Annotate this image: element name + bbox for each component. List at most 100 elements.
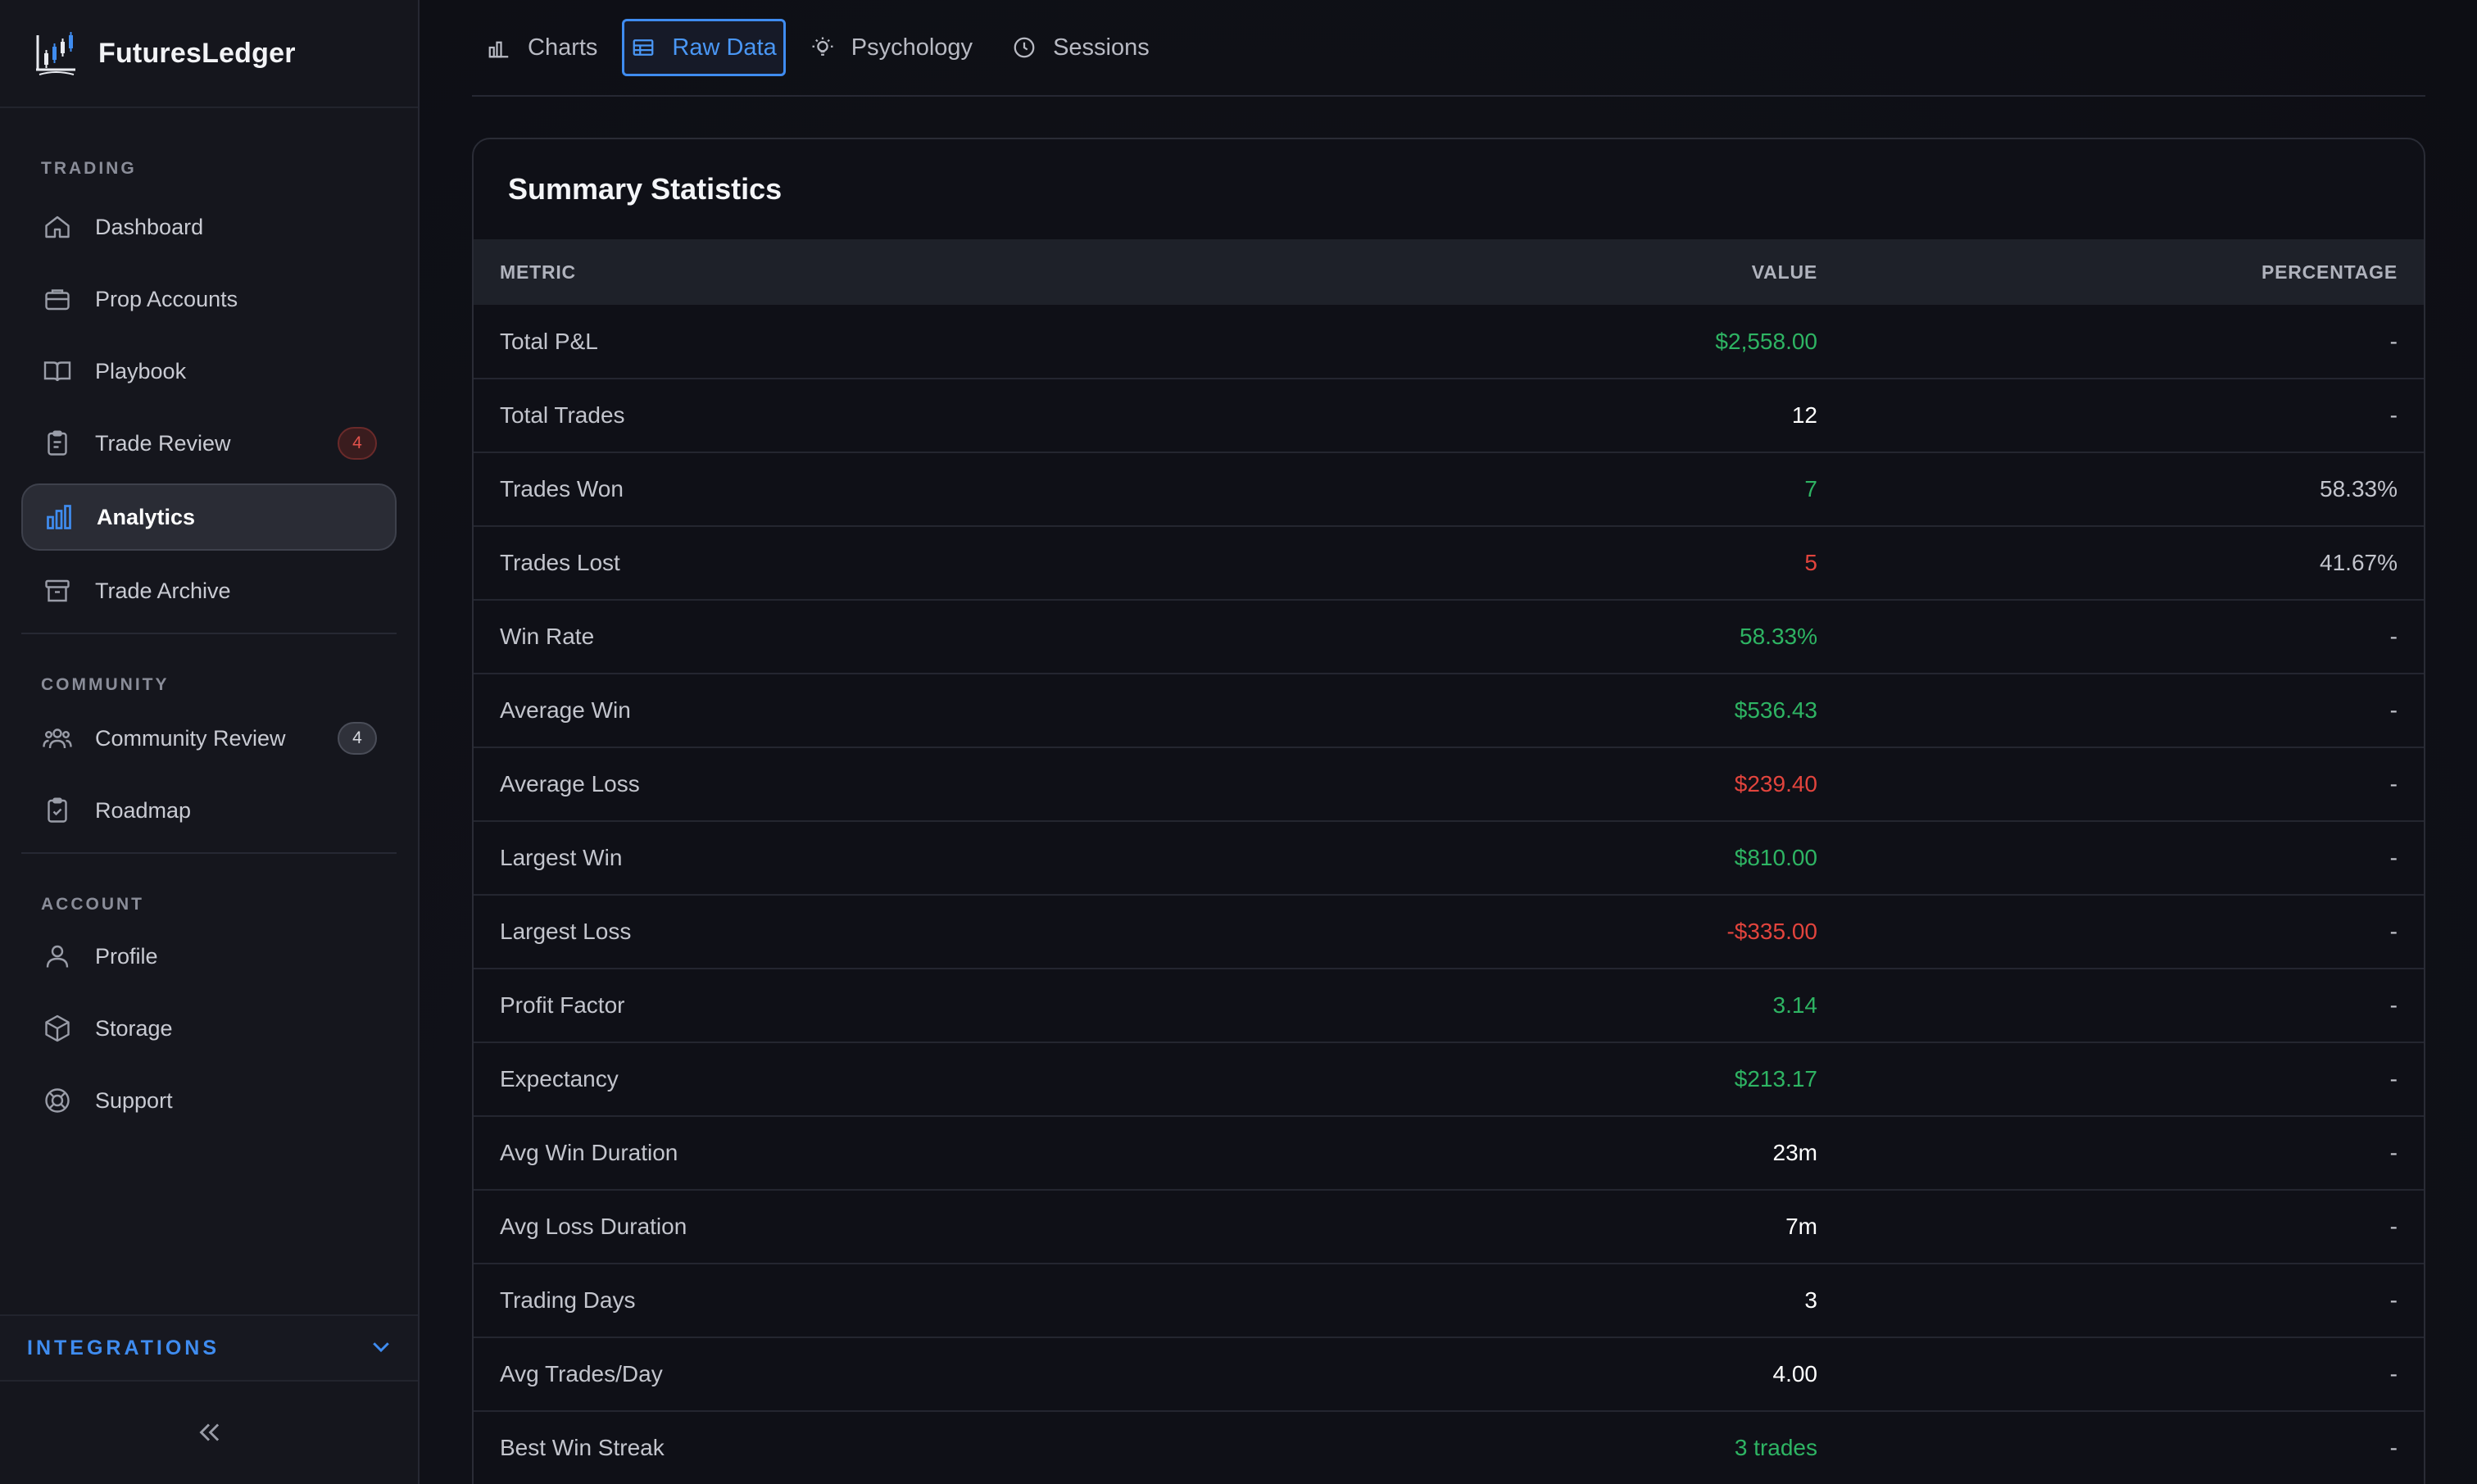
table-row: Best Win Streak 3 trades - bbox=[474, 1411, 2424, 1484]
sidebar-item-label: Community Review bbox=[95, 725, 286, 751]
clock-icon bbox=[1012, 34, 1038, 61]
sidebar-item-analytics[interactable]: Analytics bbox=[21, 483, 397, 551]
sidebar-item-roadmap[interactable]: Roadmap bbox=[21, 777, 397, 844]
value-cell: $2,558.00 bbox=[1715, 328, 1817, 354]
bar-chart-icon bbox=[43, 501, 75, 533]
tab-label: Psychology bbox=[851, 34, 973, 61]
value-cell: 12 bbox=[1791, 402, 1817, 428]
sidebar-item-label: Playbook bbox=[95, 358, 187, 383]
metric-cell: Avg Loss Duration bbox=[500, 1214, 687, 1239]
table-row: Average Loss $239.40 - bbox=[474, 747, 2424, 821]
table-row: Total P&L $2,558.00 - bbox=[474, 305, 2424, 379]
table-row: Avg Loss Duration 7m - bbox=[474, 1190, 2424, 1264]
tab-sessions[interactable]: Sessions bbox=[997, 19, 1164, 76]
metric-cell: Average Loss bbox=[500, 771, 640, 796]
chevrons-left-icon bbox=[193, 1417, 225, 1452]
metric-cell: Avg Trades/Day bbox=[500, 1361, 663, 1386]
collapse-sidebar-button[interactable] bbox=[0, 1385, 418, 1484]
metric-cell: Trading Days bbox=[500, 1287, 636, 1313]
percentage-cell: - bbox=[2389, 845, 2398, 870]
metric-cell: Total Trades bbox=[500, 402, 625, 428]
sidebar-item-label: Trade Archive bbox=[95, 578, 231, 603]
life-buoy-icon bbox=[41, 1084, 74, 1117]
home-icon bbox=[41, 211, 74, 243]
percentage-cell: - bbox=[2389, 624, 2398, 649]
percentage-cell: - bbox=[2389, 1140, 2398, 1165]
table-row: Avg Trades/Day 4.00 - bbox=[474, 1337, 2424, 1411]
sidebar-item-trade-archive[interactable]: Trade Archive bbox=[21, 557, 397, 624]
integrations-toggle[interactable]: INTEGRATIONS bbox=[0, 1314, 418, 1382]
trade-review-badge: 4 bbox=[338, 427, 377, 460]
metric-cell: Best Win Streak bbox=[500, 1435, 665, 1460]
table-row: Trades Lost 5 41.67% bbox=[474, 526, 2424, 600]
percentage-cell: - bbox=[2389, 771, 2398, 796]
value-cell: 58.33% bbox=[1740, 624, 1817, 649]
clipboard-check-icon bbox=[41, 794, 74, 827]
table-icon bbox=[631, 34, 657, 61]
metric-cell: Trades Won bbox=[500, 476, 624, 501]
column-header-metric[interactable]: Metric bbox=[474, 239, 998, 305]
tab-psychology[interactable]: Psychology bbox=[796, 19, 987, 76]
column-header-percentage[interactable]: Percentage bbox=[1817, 239, 2424, 305]
chevron-down-icon bbox=[369, 1334, 393, 1363]
percentage-cell: - bbox=[2389, 402, 2398, 428]
sidebar-item-playbook[interactable]: Playbook bbox=[21, 338, 397, 405]
sidebar-item-profile[interactable]: Profile bbox=[21, 923, 397, 990]
tab-label: Raw Data bbox=[672, 34, 777, 61]
tab-label: Sessions bbox=[1053, 34, 1150, 61]
lightbulb-icon bbox=[810, 34, 837, 61]
percentage-cell: - bbox=[2389, 919, 2398, 944]
summary-statistics-card: Summary Statistics Metric Value Percenta… bbox=[472, 138, 2425, 1484]
value-cell: 3 bbox=[1804, 1287, 1817, 1313]
metric-cell: Expectancy bbox=[500, 1066, 619, 1091]
value-cell: $213.17 bbox=[1734, 1066, 1817, 1091]
table-row: Average Win $536.43 - bbox=[474, 674, 2424, 747]
analytics-tabs: Charts Raw Data Psychology Sessions bbox=[472, 0, 2425, 97]
metric-cell: Win Rate bbox=[500, 624, 595, 649]
app-name: FuturesLedger bbox=[98, 37, 296, 69]
user-icon bbox=[41, 940, 74, 973]
table-row: Expectancy $213.17 - bbox=[474, 1042, 2424, 1116]
sidebar-item-dashboard[interactable]: Dashboard bbox=[21, 193, 397, 261]
card-title: Summary Statistics bbox=[508, 172, 783, 206]
section-label-trading: TRADING bbox=[41, 159, 137, 178]
sidebar-item-label: Dashboard bbox=[95, 214, 204, 239]
percentage-cell: - bbox=[2389, 697, 2398, 723]
sidebar-item-label: Roadmap bbox=[95, 797, 192, 823]
bar-chart-icon bbox=[487, 34, 513, 61]
sidebar-item-community-review[interactable]: Community Review 4 bbox=[21, 705, 397, 772]
percentage-cell: - bbox=[2389, 1066, 2398, 1091]
briefcase-icon bbox=[41, 283, 74, 315]
sidebar-item-prop-accounts[interactable]: Prop Accounts bbox=[21, 265, 397, 333]
tab-label: Charts bbox=[528, 34, 598, 61]
sidebar-item-label: Support bbox=[95, 1087, 173, 1113]
column-header-value[interactable]: Value bbox=[998, 239, 1817, 305]
community-review-badge: 4 bbox=[338, 722, 377, 755]
sidebar-item-label: Analytics bbox=[97, 504, 196, 529]
table-row: Avg Win Duration 23m - bbox=[474, 1116, 2424, 1190]
value-cell: $536.43 bbox=[1734, 697, 1817, 723]
tab-raw-data[interactable]: Raw Data bbox=[622, 19, 786, 76]
table-row: Largest Loss -$335.00 - bbox=[474, 895, 2424, 969]
value-cell: 3.14 bbox=[1772, 992, 1818, 1018]
metric-cell: Avg Win Duration bbox=[500, 1140, 678, 1165]
value-cell: 7 bbox=[1804, 476, 1817, 501]
sidebar-item-storage[interactable]: Storage bbox=[21, 995, 397, 1062]
metric-cell: Largest Win bbox=[500, 845, 623, 870]
sidebar-item-trade-review[interactable]: Trade Review 4 bbox=[21, 410, 397, 477]
value-cell: 5 bbox=[1804, 550, 1817, 575]
metric-cell: Largest Loss bbox=[500, 919, 632, 944]
tab-charts[interactable]: Charts bbox=[472, 19, 612, 76]
metric-cell: Total P&L bbox=[500, 328, 598, 354]
table-row: Trades Won 7 58.33% bbox=[474, 452, 2424, 526]
section-label-community: COMMUNITY bbox=[41, 675, 170, 694]
sidebar-item-label: Storage bbox=[95, 1015, 173, 1041]
clipboard-icon bbox=[41, 427, 74, 460]
sidebar-item-support[interactable]: Support bbox=[21, 1067, 397, 1134]
metric-cell: Average Win bbox=[500, 697, 631, 723]
sidebar-item-label: Profile bbox=[95, 943, 158, 969]
table-row: Profit Factor 3.14 - bbox=[474, 969, 2424, 1042]
brand[interactable]: FuturesLedger bbox=[0, 0, 418, 108]
value-cell: 3 trades bbox=[1734, 1435, 1817, 1460]
metric-cell: Trades Lost bbox=[500, 550, 620, 575]
